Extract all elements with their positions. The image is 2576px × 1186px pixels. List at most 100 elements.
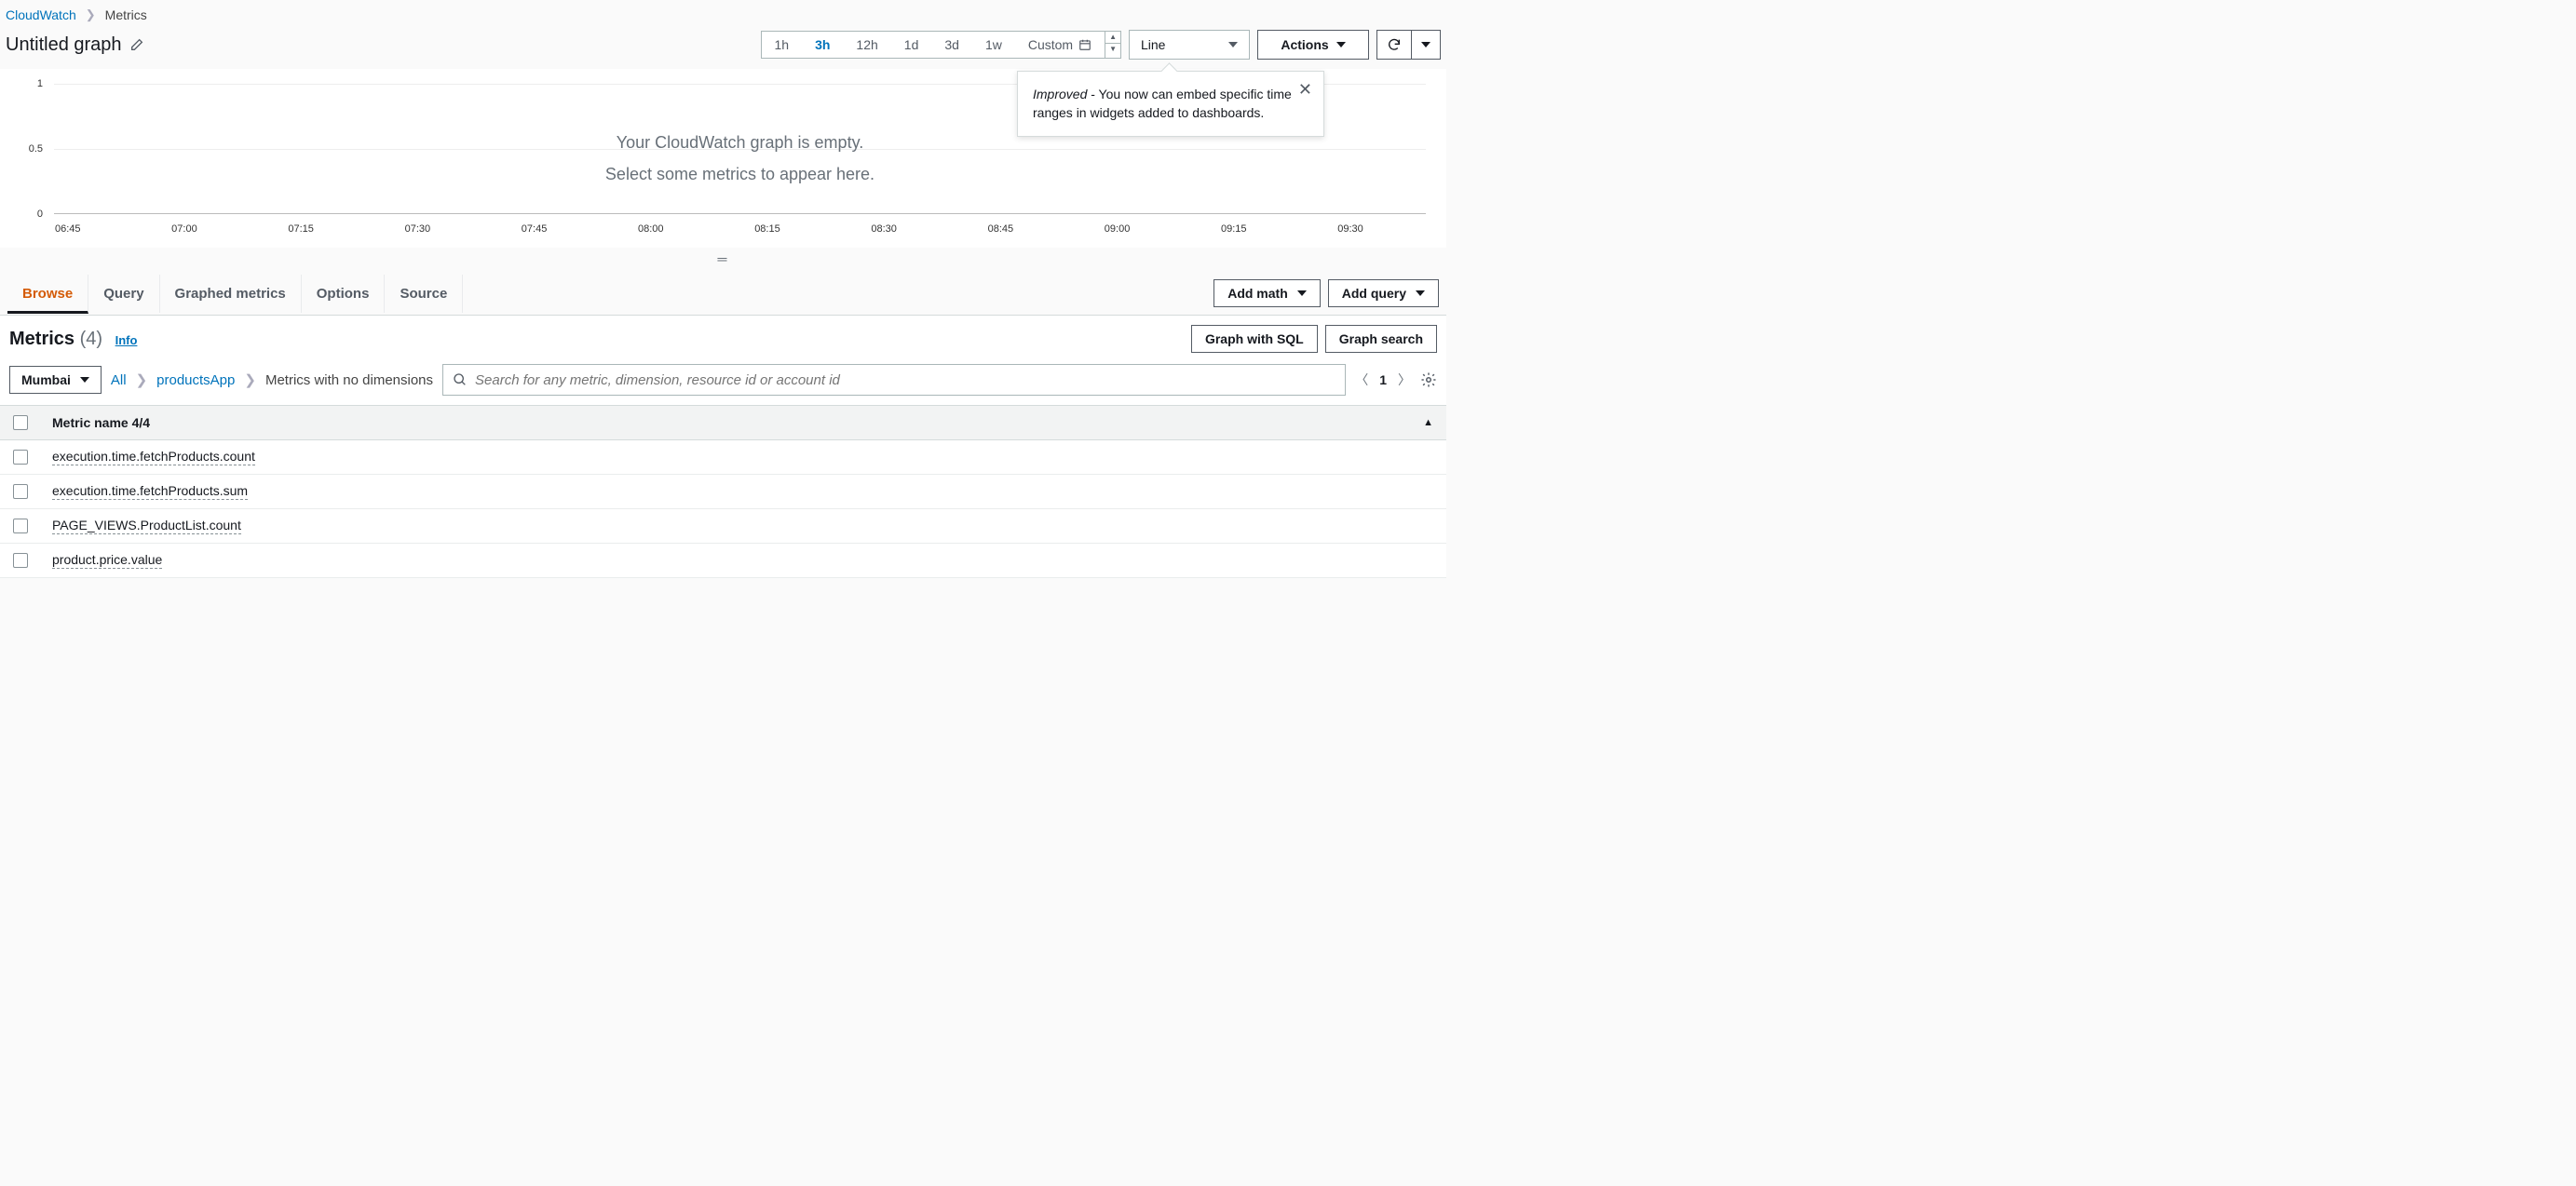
tabs: Browse Query Graphed metrics Options Sou… (7, 275, 463, 313)
popover-prefix: Improved (1033, 87, 1087, 101)
graph-search-button[interactable]: Graph search (1325, 325, 1437, 353)
add-math-button[interactable]: Add math (1213, 279, 1321, 307)
time-1h[interactable]: 1h (762, 32, 803, 58)
x-tick: 07:00 (171, 223, 197, 235)
spinner-down-icon[interactable]: ▼ (1105, 43, 1120, 55)
row-checkbox[interactable] (13, 519, 28, 533)
time-3d[interactable]: 3d (931, 32, 972, 58)
close-icon[interactable]: ✕ (1298, 81, 1312, 98)
chevron-right-icon: ❯ (86, 7, 96, 22)
y-tick: 0 (37, 209, 43, 220)
tab-browse[interactable]: Browse (7, 275, 88, 314)
crumb-namespace[interactable]: productsApp (156, 372, 235, 388)
actions-label: Actions (1281, 37, 1328, 52)
row-checkbox[interactable] (13, 450, 28, 465)
metric-name[interactable]: product.price.value (52, 552, 162, 569)
graph-header: Untitled graph 1h 3h 12h 1d 3d 1w Custom… (0, 26, 1446, 69)
add-math-label: Add math (1227, 286, 1288, 301)
row-checkbox[interactable] (13, 553, 28, 568)
metric-breadcrumb: All ❯ productsApp ❯ Metrics with no dime… (111, 371, 433, 388)
actions-button[interactable]: Actions (1257, 30, 1369, 60)
chart-type-select[interactable]: Line (1129, 30, 1250, 60)
add-query-label: Add query (1342, 286, 1406, 301)
metrics-heading: Metrics (9, 329, 75, 349)
metrics-table: Metric name 4/4 ▲ execution.time.fetchPr… (0, 405, 1446, 578)
filter-row: Mumbai All ❯ productsApp ❯ Metrics with … (0, 358, 1446, 405)
time-1d[interactable]: 1d (891, 32, 932, 58)
metric-name[interactable]: PAGE_VIEWS.ProductList.count (52, 518, 241, 534)
gear-icon (1420, 371, 1437, 388)
select-all-checkbox[interactable] (13, 415, 28, 430)
chevron-down-icon (1336, 42, 1346, 47)
row-checkbox[interactable] (13, 484, 28, 499)
time-range-selector: 1h 3h 12h 1d 3d 1w Custom ▲ ▼ (761, 31, 1122, 59)
region-value: Mumbai (21, 372, 71, 387)
chevron-right-icon: ❯ (244, 371, 256, 388)
region-select[interactable]: Mumbai (9, 366, 102, 394)
x-tick: 07:30 (405, 223, 431, 235)
chevron-down-icon (1421, 42, 1430, 47)
breadcrumb-current: Metrics (105, 7, 147, 22)
calendar-icon (1078, 38, 1091, 51)
x-tick: 06:45 (55, 223, 81, 235)
y-tick: 1 (37, 78, 43, 89)
y-tick: 0.5 (29, 143, 43, 155)
time-custom-label: Custom (1028, 37, 1073, 52)
refresh-icon (1387, 37, 1402, 52)
settings-button[interactable] (1420, 371, 1437, 388)
refresh-button[interactable] (1376, 30, 1412, 60)
x-tick: 07:15 (288, 223, 314, 235)
crumb-all[interactable]: All (111, 372, 127, 388)
pagination: 〈 1 〉 (1355, 371, 1411, 389)
sort-icon[interactable]: ▲ (1423, 417, 1433, 428)
x-tick: 09:30 (1337, 223, 1363, 235)
x-tick: 09:00 (1105, 223, 1131, 235)
table-header: Metric name 4/4 ▲ (0, 405, 1446, 440)
search-icon (453, 372, 468, 387)
page-prev[interactable]: 〈 (1355, 371, 1368, 389)
column-metric-name[interactable]: Metric name 4/4 (52, 415, 150, 430)
page-next[interactable]: 〉 (1398, 371, 1411, 389)
time-1w[interactable]: 1w (972, 32, 1015, 58)
graph-with-sql-button[interactable]: Graph with SQL (1191, 325, 1318, 353)
tab-options[interactable]: Options (302, 275, 386, 313)
x-axis: 06:45 07:00 07:15 07:30 07:45 08:00 08:1… (54, 218, 1426, 242)
time-custom[interactable]: Custom (1015, 32, 1105, 58)
chevron-down-icon (1416, 290, 1425, 296)
tab-query[interactable]: Query (88, 275, 159, 313)
x-tick: 08:00 (638, 223, 664, 235)
add-query-button[interactable]: Add query (1328, 279, 1439, 307)
tabs-row: Browse Query Graphed metrics Options Sou… (0, 272, 1446, 316)
time-spinner[interactable]: ▲ ▼ (1105, 32, 1120, 58)
spinner-up-icon[interactable]: ▲ (1105, 32, 1120, 43)
metrics-count: (4) (80, 329, 102, 349)
tab-source[interactable]: Source (385, 275, 463, 313)
search-box[interactable] (442, 364, 1346, 396)
search-input[interactable] (475, 372, 1335, 388)
x-tick: 08:15 (754, 223, 780, 235)
x-tick: 09:15 (1221, 223, 1247, 235)
metrics-header: Metrics (4) Info Graph with SQL Graph se… (0, 316, 1446, 358)
y-axis: 1 0.5 0 (11, 84, 48, 214)
edit-icon[interactable] (129, 37, 144, 52)
time-12h[interactable]: 12h (843, 32, 890, 58)
refresh-options-button[interactable] (1411, 30, 1441, 60)
x-tick: 08:45 (988, 223, 1014, 235)
chevron-right-icon: ❯ (136, 371, 148, 388)
table-row[interactable]: product.price.value (0, 544, 1446, 578)
x-tick: 07:45 (522, 223, 548, 235)
tab-graphed-metrics[interactable]: Graphed metrics (160, 275, 302, 313)
resize-handle[interactable]: ═ (0, 248, 1446, 272)
chevron-down-icon (1297, 290, 1307, 296)
table-row[interactable]: execution.time.fetchProducts.count (0, 440, 1446, 475)
crumb-leaf: Metrics with no dimensions (265, 372, 433, 388)
x-tick: 08:30 (871, 223, 897, 235)
metric-name[interactable]: execution.time.fetchProducts.sum (52, 483, 248, 500)
info-link[interactable]: Info (115, 333, 138, 347)
table-row[interactable]: execution.time.fetchProducts.sum (0, 475, 1446, 509)
time-3h[interactable]: 3h (802, 32, 843, 58)
chevron-down-icon (1228, 42, 1238, 47)
table-row[interactable]: PAGE_VIEWS.ProductList.count (0, 509, 1446, 544)
breadcrumb-root[interactable]: CloudWatch (6, 7, 76, 22)
metric-name[interactable]: execution.time.fetchProducts.count (52, 449, 255, 465)
